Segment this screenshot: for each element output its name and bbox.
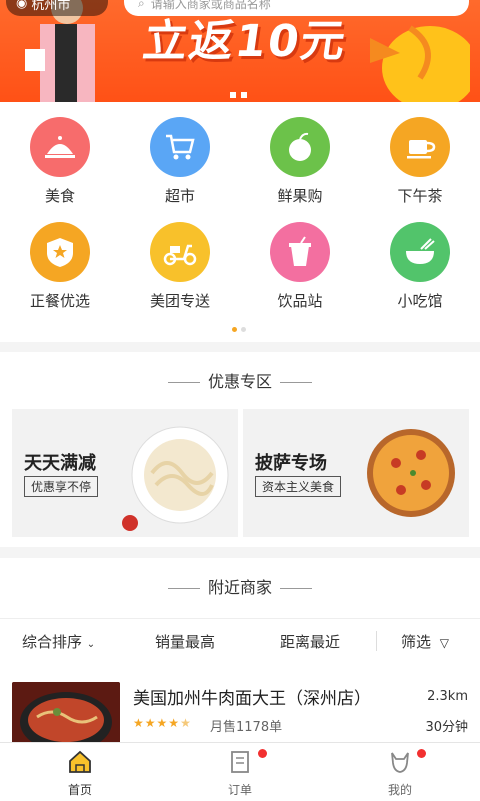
category-label: 美食 <box>44 187 75 205</box>
promo-banner[interactable]: 立返10元 ◉ 杭州市 ⌕ 请输入商家或商品名称 <box>0 0 480 102</box>
category-quality-meal[interactable]: 正餐优选 <box>0 222 120 311</box>
promo-card-tag: 资本主义美食 <box>255 476 342 497</box>
divider <box>376 631 377 651</box>
category-fruit[interactable]: 鲜果购 <box>240 117 360 206</box>
category-label: 正餐优选 <box>29 292 90 310</box>
funnel-icon: ▽ <box>439 636 450 650</box>
profile-badge <box>417 749 426 758</box>
category-snacks[interactable]: 小吃馆 <box>360 222 480 311</box>
promo-card-tag: 优惠享不停 <box>24 476 99 497</box>
category-pager <box>232 327 246 332</box>
tab-profile[interactable]: 我的 <box>340 749 460 798</box>
promo-card-pizza[interactable]: 披萨专场 资本主义美食 <box>243 409 469 537</box>
cloche-icon <box>30 117 90 177</box>
apple-icon <box>270 117 330 177</box>
promo-title-text: 优惠专区 <box>207 372 272 391</box>
tab-home[interactable]: 首页 <box>20 749 140 798</box>
filter-label: 筛选 <box>401 633 432 651</box>
shop-distance: 2.3km <box>427 689 468 704</box>
bowl-icon <box>390 222 450 282</box>
scooter-icon <box>150 222 210 282</box>
category-label: 小吃馆 <box>397 292 443 310</box>
category-grid: 美食 超市 鲜果购 下午茶 正餐优选 美团专送 饮品站 小吃馆 <box>0 102 480 342</box>
tab-label: 首页 <box>67 783 92 797</box>
shop-delivery-time: 30分钟 <box>425 720 468 735</box>
category-meituan-delivery[interactable]: 美团专送 <box>120 222 240 311</box>
nearby-section: 附近商家 <box>0 558 480 618</box>
rating-stars: ★ ★ ★ ★ ★ <box>133 717 191 729</box>
promo-card-title: 披萨专场 <box>255 453 327 474</box>
section-title-promo: 优惠专区 <box>0 352 480 402</box>
order-icon <box>231 751 249 773</box>
star-icon: ★ <box>133 716 144 730</box>
category-label: 美团专送 <box>149 292 210 310</box>
banner-dots <box>230 83 252 102</box>
location-selector[interactable]: ◉ 杭州市 <box>6 0 108 16</box>
category-afternoon-tea[interactable]: 下午茶 <box>360 117 480 206</box>
profile-icon <box>391 752 409 773</box>
promo-card-title: 天天满减 <box>24 453 96 474</box>
category-food[interactable]: 美食 <box>0 117 120 206</box>
noodle-bowl-image <box>122 426 229 531</box>
category-label: 超市 <box>164 187 195 205</box>
filter-button[interactable]: 筛选 ▽ <box>401 631 449 652</box>
category-label: 饮品站 <box>277 292 323 310</box>
chevron-down-icon: ⌄ <box>86 639 96 650</box>
shop-name: 美国加州牛肉面大王（深州店） <box>133 689 371 709</box>
star-half-icon: ★ <box>180 716 191 730</box>
filter-label: 距离最近 <box>280 633 341 651</box>
orders-badge <box>258 749 267 758</box>
category-supermarket[interactable]: 超市 <box>120 117 240 206</box>
location-label: 杭州市 <box>31 0 71 13</box>
search-icon: ⌕ <box>138 0 145 10</box>
sort-sales[interactable]: 销量最高 <box>155 631 215 652</box>
filter-label: 综合排序 <box>22 633 83 651</box>
star-shield-icon <box>30 222 90 282</box>
star-icon: ★ <box>156 716 168 730</box>
promo-card-discount[interactable]: 天天满减 优惠享不停 <box>12 409 238 537</box>
sort-filter-bar: 综合排序 ⌄ 销量最高 距离最近 筛选 ▽ <box>0 618 480 665</box>
duck-illustration <box>370 25 470 102</box>
promo-section: 优惠专区 天天满减 优惠享不停 披萨专场 资本主义美食 <box>0 352 480 547</box>
search-placeholder: 请输入商家或商品名称 <box>150 0 271 11</box>
banner-headline: 立返10元 <box>139 16 351 67</box>
nearby-title-text: 附近商家 <box>207 578 272 597</box>
star-icon: ★ <box>144 716 156 730</box>
shop-list-item[interactable]: 美国加州牛肉面大王（深州店） 2.3km ★ ★ ★ ★ ★ 月售1178单 3… <box>0 664 480 754</box>
tab-orders[interactable]: 订单 <box>180 749 300 798</box>
bottom-tab-bar: 首页 订单 我的 <box>0 742 480 801</box>
category-label: 鲜果购 <box>277 187 323 205</box>
category-label: 下午茶 <box>397 187 443 205</box>
section-title-nearby: 附近商家 <box>0 558 480 608</box>
tab-label: 订单 <box>227 783 252 797</box>
cup-icon <box>390 117 450 177</box>
location-pin-icon: ◉ <box>16 0 28 11</box>
category-drinks[interactable]: 饮品站 <box>240 222 360 311</box>
tab-label: 我的 <box>387 783 412 797</box>
star-icon: ★ <box>168 716 180 730</box>
sort-distance[interactable]: 距离最近 <box>280 631 340 652</box>
sort-comprehensive[interactable]: 综合排序 ⌄ <box>22 631 95 652</box>
pizza-image <box>367 429 455 517</box>
shop-monthly-sales: 月售1178单 <box>210 720 283 735</box>
filter-label: 销量最高 <box>155 633 216 651</box>
home-icon <box>69 750 91 773</box>
drink-icon <box>270 222 330 282</box>
cart-icon <box>150 117 210 177</box>
search-bar[interactable]: ⌕ 请输入商家或商品名称 <box>124 0 469 16</box>
